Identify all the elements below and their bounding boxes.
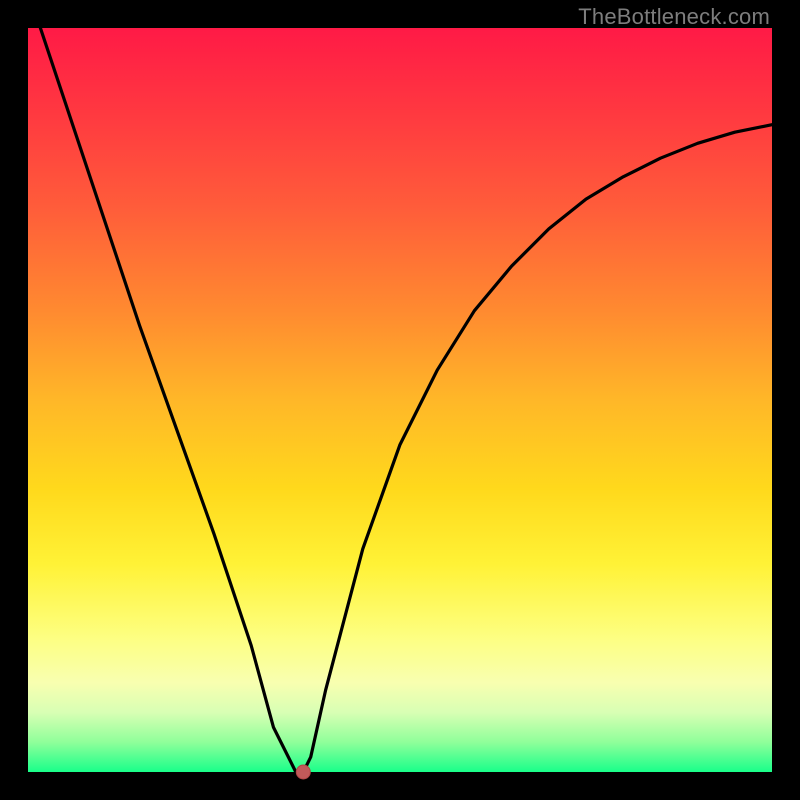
- bottleneck-curve-path: [28, 0, 772, 772]
- watermark-text: TheBottleneck.com: [578, 4, 770, 30]
- bottleneck-curve-svg: [0, 0, 800, 800]
- minimum-marker-dot: [296, 765, 310, 779]
- chart-frame: TheBottleneck.com: [0, 0, 800, 800]
